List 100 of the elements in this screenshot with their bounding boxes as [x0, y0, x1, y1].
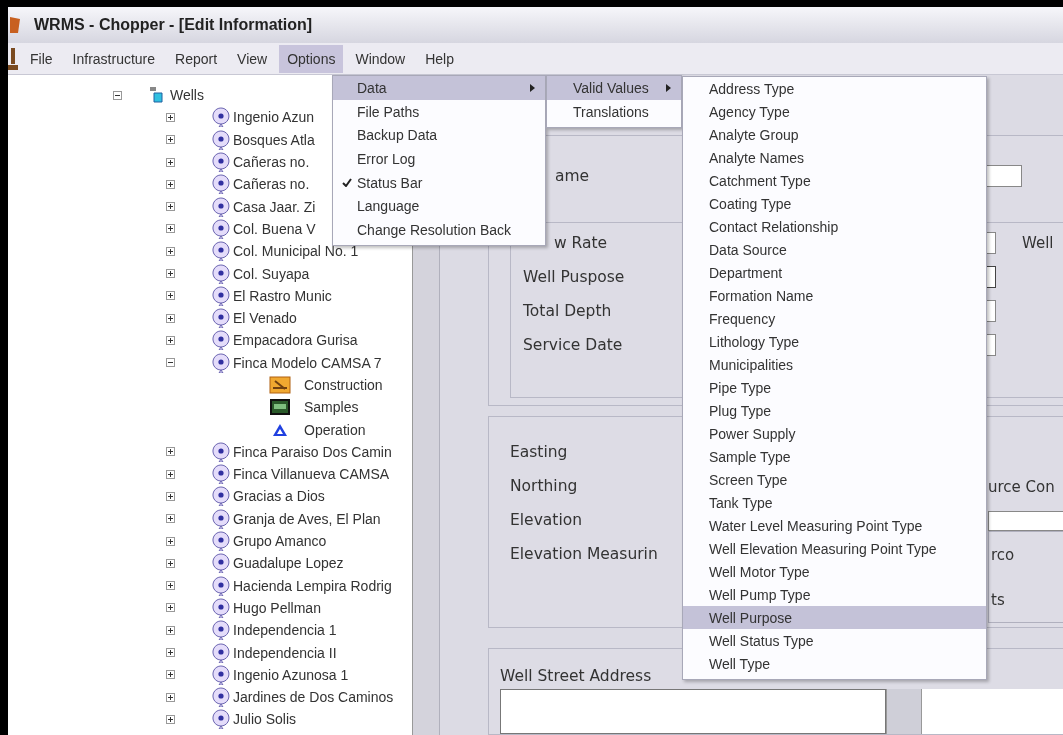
tree-item[interactable]: Col. Suyapa — [233, 265, 310, 282]
expand-icon[interactable] — [166, 157, 175, 167]
tree-item[interactable]: Independencia II — [233, 644, 337, 661]
tree-item[interactable]: El Rastro Munic — [233, 287, 332, 304]
collapse-icon[interactable] — [166, 358, 175, 368]
expand-icon[interactable] — [166, 313, 175, 323]
expand-icon[interactable] — [166, 692, 175, 702]
expand-icon[interactable] — [166, 625, 175, 635]
menu-item[interactable]: Screen Type — [683, 468, 986, 491]
expand-icon[interactable] — [166, 246, 175, 256]
menu-item[interactable]: Language — [333, 194, 545, 219]
menu-item[interactable]: Infrastructure — [64, 44, 164, 73]
menu-item[interactable]: Well Elevation Measuring Point Type — [683, 537, 986, 560]
expand-icon[interactable] — [166, 492, 175, 501]
menu-item[interactable]: Department — [683, 261, 986, 284]
tree-item[interactable]: Ingenio Azun — [233, 109, 314, 126]
menu-item[interactable]: Sample Type — [683, 445, 986, 468]
expand-icon[interactable] — [166, 581, 175, 591]
input-field[interactable] — [922, 689, 1063, 734]
tree-item[interactable]: Samples — [304, 399, 359, 416]
menu-item[interactable]: Report — [167, 44, 226, 73]
expand-icon[interactable] — [166, 714, 175, 724]
tree-item[interactable]: Gracias a Dios — [233, 488, 325, 505]
expand-icon[interactable] — [166, 447, 175, 457]
expand-icon[interactable] — [166, 179, 175, 189]
tree-item[interactable]: Granja de Aves, El Plan — [233, 510, 381, 527]
tree-item[interactable]: Bosques Atla — [233, 131, 315, 148]
menu-item[interactable]: Status Bar — [333, 170, 545, 195]
menu-item[interactable]: Agency Type — [683, 100, 986, 123]
tree-item[interactable]: Guadalupe Lopez — [233, 555, 344, 572]
expand-icon[interactable] — [166, 135, 175, 145]
menu-item[interactable]: Analyte Names — [683, 146, 986, 169]
menu-item[interactable]: Municipalities — [683, 353, 986, 376]
tree-item[interactable]: Empacadora Gurisa — [233, 332, 358, 349]
tree-item[interactable]: Col. Buena V — [233, 220, 316, 237]
tree-item[interactable]: Col. Municipal No. 1 — [233, 243, 359, 260]
tree-item[interactable]: Operation — [304, 421, 366, 438]
expand-icon[interactable] — [166, 648, 175, 658]
tree-item[interactable]: Grupo Amanco — [233, 533, 327, 550]
menu-item[interactable]: Analyte Group — [683, 123, 986, 146]
tree-item[interactable]: Jardines de Dos Caminos — [233, 689, 394, 706]
menu-item[interactable]: Window — [347, 44, 414, 73]
menu-item[interactable]: Backup Data — [333, 123, 545, 148]
menu-item[interactable]: Well Type — [683, 652, 986, 675]
expand-icon[interactable] — [166, 670, 175, 680]
menu-item[interactable]: Well Purpose — [683, 606, 986, 629]
collapse-icon[interactable] — [113, 90, 122, 100]
menu-item[interactable]: Error Log — [333, 147, 545, 171]
menu-item[interactable]: Address Type — [683, 77, 986, 100]
menu-item[interactable]: Catchment Type — [683, 169, 986, 192]
expand-icon[interactable] — [166, 536, 175, 546]
scrollbar[interactable] — [886, 689, 922, 734]
expand-icon[interactable] — [166, 291, 175, 301]
expand-icon[interactable] — [166, 469, 175, 479]
tree-item[interactable]: Julio Solis — [233, 711, 297, 728]
address-field[interactable] — [500, 689, 886, 734]
tree-item[interactable]: Finca Modelo CAMSA 7 — [233, 354, 382, 371]
input-field[interactable] — [988, 511, 1063, 531]
tree-item[interactable]: Casa Jaar. Zi — [233, 198, 316, 215]
expand-icon[interactable] — [166, 269, 175, 278]
menu-item[interactable]: Plug Type — [683, 399, 986, 422]
tree-item[interactable]: Construction — [304, 377, 383, 393]
menu-item[interactable]: Coating Type — [683, 192, 986, 215]
menu-item[interactable]: Water Level Measuring Point Type — [683, 514, 986, 537]
menu-item[interactable]: Well Pump Type — [683, 583, 986, 606]
expand-icon[interactable] — [166, 112, 175, 122]
menu-item[interactable]: View — [229, 44, 276, 73]
tree-item[interactable]: Cañeras no. — [233, 154, 310, 171]
menu-item[interactable]: Formation Name — [683, 284, 986, 307]
menu-item[interactable]: Well Status Type — [683, 629, 986, 652]
expand-icon[interactable] — [166, 558, 175, 568]
menu-item[interactable]: Tank Type — [683, 491, 986, 514]
menu-item[interactable]: Data — [333, 76, 545, 100]
menu-item[interactable]: Contact Relationship — [683, 215, 986, 238]
expand-icon[interactable] — [166, 335, 175, 345]
tree-item[interactable]: El Venado — [233, 310, 297, 327]
menu-item[interactable]: Power Supply — [683, 422, 986, 445]
menu-item[interactable]: File — [22, 44, 61, 73]
tree-item[interactable]: Independencia 1 — [233, 622, 337, 639]
menu-item[interactable]: Frequency — [683, 307, 986, 330]
tree-item[interactable]: Hugo Pellman — [233, 599, 321, 616]
menu-item[interactable]: Valid Values — [547, 76, 681, 100]
menu-item[interactable]: Options — [279, 44, 344, 73]
expand-icon[interactable] — [166, 202, 175, 212]
tree-item[interactable]: Cañeras no. — [233, 176, 310, 193]
tree-item[interactable]: Ingenio Azunosa 1 — [233, 666, 349, 683]
expand-icon[interactable] — [166, 224, 175, 234]
expand-icon[interactable] — [166, 514, 175, 524]
tree-item[interactable]: Finca Villanueva CAMSA — [233, 466, 390, 483]
menu-item[interactable]: File Paths — [333, 99, 545, 124]
expand-icon[interactable] — [166, 603, 175, 613]
menu-item[interactable]: Lithology Type — [683, 330, 986, 353]
menu-item[interactable]: Well Motor Type — [683, 560, 986, 583]
menu-item[interactable]: Pipe Type — [683, 376, 986, 399]
menu-item[interactable]: Data Source — [683, 238, 986, 261]
menu-item[interactable]: Change Resolution Back — [333, 218, 545, 242]
tree-item[interactable]: Hacienda Lempira Rodrig — [233, 577, 392, 594]
tree-item[interactable]: Finca Paraiso Dos Camin — [233, 443, 392, 460]
tree-item[interactable]: Wells — [170, 87, 204, 104]
menu-item[interactable]: Help — [417, 44, 462, 73]
